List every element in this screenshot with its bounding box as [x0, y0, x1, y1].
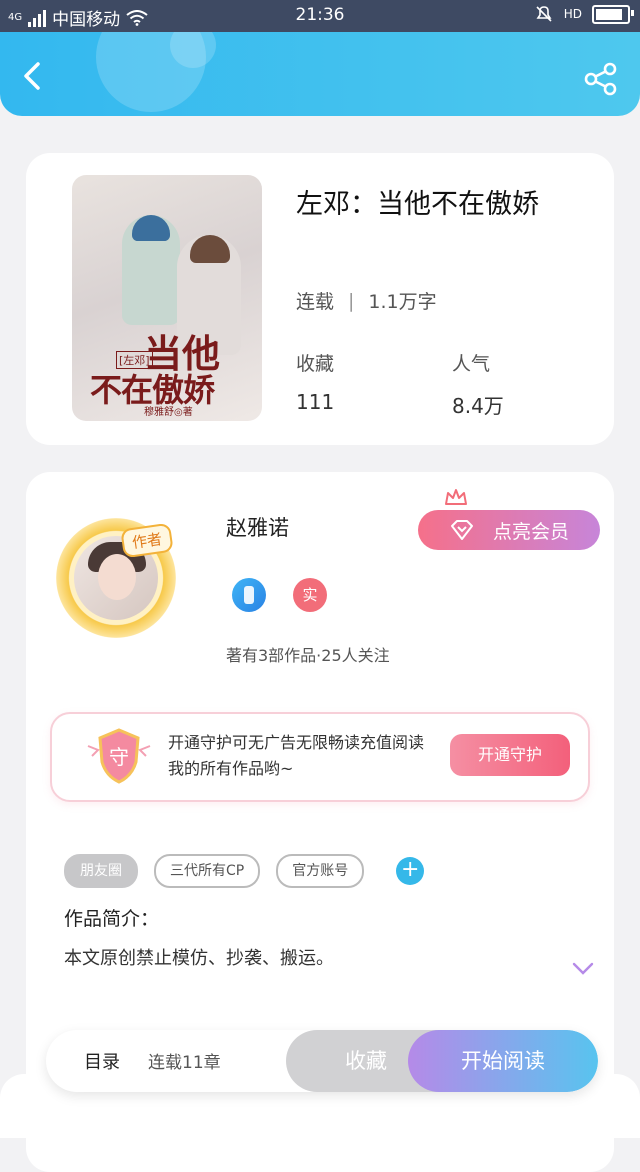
- battery-icon: [592, 4, 634, 24]
- intro-text: 本文原创禁止模仿、抄袭、搬运。: [64, 948, 334, 969]
- author-name[interactable]: 赵雅诺: [226, 512, 289, 542]
- intro-title: 作品简介：: [64, 908, 160, 930]
- vip-button[interactable]: 点亮会员: [418, 510, 600, 550]
- book-status: 连载: [296, 291, 335, 313]
- shield-icon: 守: [87, 728, 151, 784]
- status-bar: 4G 中国移动 21:36 HD: [0, 0, 640, 32]
- diamond-icon: [450, 520, 473, 540]
- shield-icon-text: 守: [109, 745, 129, 769]
- favorites-stat: 收藏 111: [296, 349, 334, 414]
- open-guard-button[interactable]: 开通守护: [450, 734, 570, 776]
- tag-item[interactable]: 朋友圈: [64, 854, 138, 888]
- back-icon[interactable]: [18, 60, 50, 92]
- word-count: 1.1万字: [368, 291, 437, 313]
- top-header: [0, 32, 640, 116]
- book-title: 左邓：当他不在傲娇: [296, 189, 539, 220]
- popularity-value: 8.4万: [452, 394, 504, 418]
- author-avatar[interactable]: 作者: [56, 518, 176, 638]
- share-icon[interactable]: [584, 62, 618, 96]
- add-tag-button[interactable]: +: [396, 857, 425, 885]
- vip-button-label: 点亮会员: [492, 520, 569, 543]
- chapter-info: 连载11章: [148, 1053, 221, 1073]
- verified-badge[interactable]: 实: [293, 578, 327, 612]
- book-meta: 连载 | 1.1万字: [296, 287, 437, 314]
- popularity-label: 人气: [452, 353, 491, 375]
- mute-bell-icon: [536, 6, 552, 22]
- crown-icon: [445, 489, 467, 505]
- guard-promo-box: 守 开通守护可无广告无限畅读充值阅读我的所有作品哟~ 开通守护: [50, 712, 590, 802]
- bottom-action-bar: 目录 连载11章 收藏 开始阅读: [46, 1030, 598, 1092]
- hd-call-icon: HD: [563, 7, 582, 21]
- tag-list: 朋友圈 三代所有CP 官方账号 +: [64, 854, 425, 888]
- tag-item[interactable]: 官方账号: [276, 854, 365, 888]
- tag-item[interactable]: 三代所有CP: [154, 854, 261, 888]
- expand-chevron-icon[interactable]: [572, 962, 594, 976]
- meta-divider: |: [348, 289, 355, 312]
- favorites-value: 111: [296, 390, 335, 414]
- start-reading-button[interactable]: 开始阅读: [408, 1030, 598, 1092]
- popularity-stat: 人气 8.4万: [452, 349, 504, 419]
- toc-button[interactable]: 目录: [84, 1048, 120, 1074]
- favorites-label: 收藏: [296, 353, 335, 375]
- phone-badge-icon[interactable]: [232, 578, 266, 612]
- guard-text: 开通守护可无广告无限畅读充值阅读我的所有作品哟~: [168, 733, 425, 778]
- cover-author: 穆雅舒◎著: [144, 407, 193, 418]
- author-stats: 著有3部作品·25人关注: [226, 646, 390, 665]
- book-info-card: 当他 [左邓] 不在傲娇 穆雅舒◎著 左邓：当他不在傲娇 连载 | 1.1万字 …: [26, 153, 614, 445]
- book-cover[interactable]: 当他 [左邓] 不在傲娇 穆雅舒◎著: [72, 175, 262, 421]
